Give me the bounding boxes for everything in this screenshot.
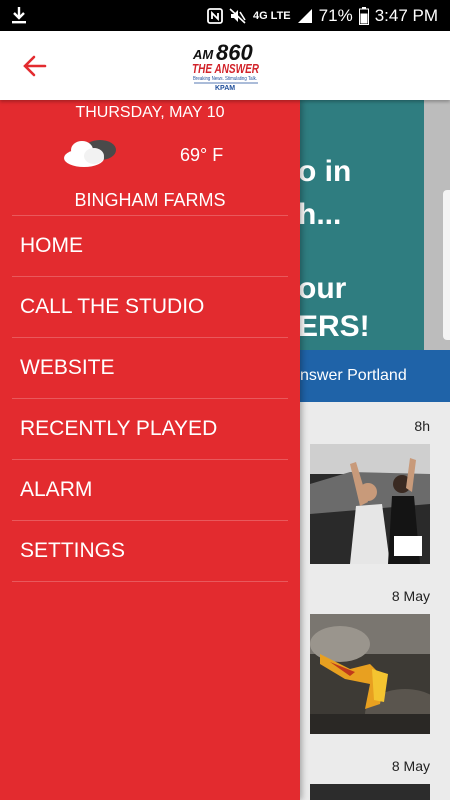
logo-call-letters: KPAM	[215, 85, 235, 92]
menu-item-home[interactable]: HOME	[12, 215, 288, 276]
feed-time: 8 May	[391, 758, 430, 774]
promo-line: our	[300, 272, 347, 305]
scroll-handle[interactable]	[443, 190, 450, 340]
arrow-left-icon[interactable]	[20, 51, 50, 81]
menu-item-alarm[interactable]: ALARM	[12, 459, 288, 520]
station-logo: AM 860 THE ANSWER Breaking News. Stimula…	[192, 40, 259, 92]
menu-item-label: RECENTLY PLAYED	[20, 417, 218, 440]
menu-item-label: WEBSITE	[20, 356, 115, 379]
feed-time: 8h	[414, 418, 430, 434]
drawer-date: THURSDAY, MAY 10	[75, 104, 225, 121]
feed-thumbnail[interactable]	[310, 784, 430, 800]
drawer-menu: HOME CALL THE STUDIO WEBSITE RECENTLY PL…	[12, 215, 288, 582]
menu-item-website[interactable]: WEBSITE	[12, 337, 288, 398]
promo-line: ERS!	[300, 310, 370, 343]
clock: 3:47 PM	[374, 5, 438, 25]
menu-item-settings[interactable]: SETTINGS	[12, 520, 288, 581]
signal-icon	[297, 8, 312, 23]
promo-line: o in	[300, 155, 352, 188]
menu-item-label: CALL THE STUDIO	[20, 295, 205, 318]
logo-am: AM	[192, 47, 214, 62]
feed-thumbnail[interactable]	[310, 444, 430, 564]
cloud-icon	[64, 140, 116, 167]
menu-item-label: ALARM	[20, 478, 93, 501]
battery-icon	[358, 6, 369, 25]
app-bar: AM 860 THE ANSWER Breaking News. Stimula…	[0, 31, 450, 100]
network-label: 4G LTE	[252, 9, 291, 22]
status-bar: 4G LTE 71% 3:47 PM	[0, 0, 450, 31]
logo-tagline: Breaking News. Stimulating Talk.	[193, 76, 257, 82]
feed-thumbnail[interactable]	[310, 614, 430, 734]
nfc-icon	[207, 7, 223, 24]
feed-time: 8 May	[391, 588, 430, 604]
location-label: BINGHAM FARMS	[74, 190, 226, 210]
menu-divider	[12, 581, 288, 582]
promo-line: h...	[300, 198, 342, 231]
navigation-drawer: THURSDAY, MAY 10 69° F BINGHAM FARMS HOM…	[0, 100, 300, 800]
station-label-text: nswer Portland	[300, 367, 407, 384]
mute-icon	[229, 7, 246, 24]
station-label[interactable]: nswer Portland	[300, 350, 450, 402]
download-icon	[12, 7, 26, 24]
menu-item-call-the-studio[interactable]: CALL THE STUDIO	[12, 276, 288, 337]
menu-item-label: HOME	[20, 234, 83, 257]
battery-percent: 71%	[318, 5, 353, 25]
menu-item-recently-played[interactable]: RECENTLY PLAYED	[12, 398, 288, 459]
logo-name: THE ANSWER	[192, 61, 259, 76]
promo-banner[interactable]: o in h... our ERS!	[300, 100, 424, 350]
temperature: 69° F	[180, 145, 224, 165]
menu-item-label: SETTINGS	[20, 539, 126, 562]
